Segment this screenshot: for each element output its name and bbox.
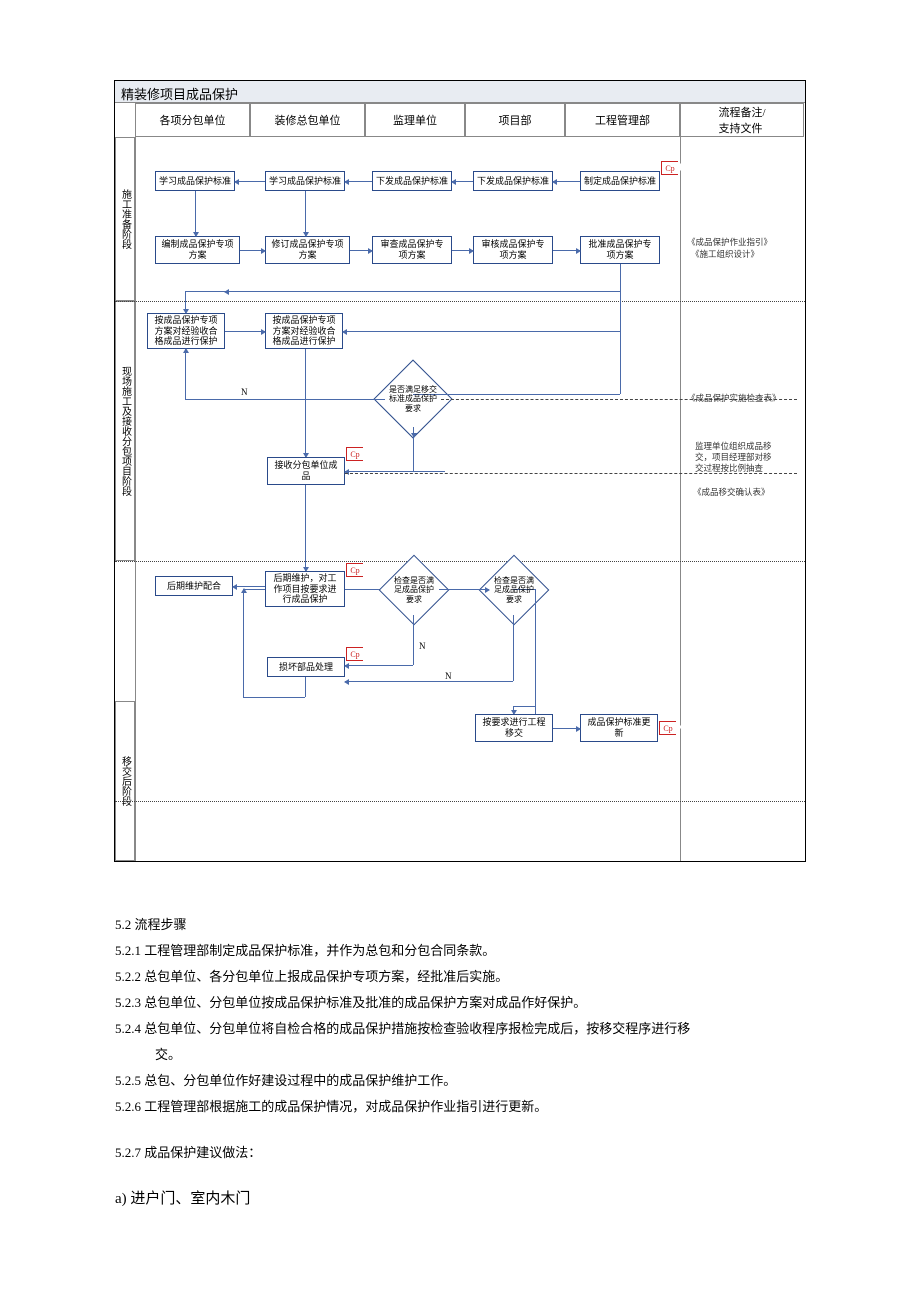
phase-handover: 移交后阶段 xyxy=(115,701,135,861)
step-52: 5.2 流程步骤 xyxy=(115,912,805,938)
step-525: 5.2.5 总包、分包单位作好建设过程中的成品保护维护工作。 xyxy=(115,1068,805,1094)
lane-supervision: 监理单位 xyxy=(365,103,465,137)
cp-icon: Cp xyxy=(659,721,676,735)
step-527: 5.2.7 成品保护建议做法： xyxy=(115,1140,805,1166)
box-study-gen: 学习成品保护标准 xyxy=(265,171,345,191)
lane-subcontractor: 各项分包单位 xyxy=(135,103,250,137)
box-review-plan: 审查成品保护专 项方案 xyxy=(372,236,452,264)
box-issue-proj: 下发成品保护标准 xyxy=(473,171,553,191)
box-audit-plan: 审核成品保护专 项方案 xyxy=(473,236,553,264)
chart-title: 精装修项目成品保护 xyxy=(115,81,805,103)
box-damage: 损坏部品处理 xyxy=(267,657,345,677)
step-522: 5.2.2 总包单位、各分包单位上报成品保护专项方案，经批准后实施。 xyxy=(115,964,805,990)
decision-check-sup: 检查是否满 足成品保护 要求 xyxy=(389,565,439,615)
box-create-std: 制定成品保护标准 xyxy=(580,171,660,191)
note-supervise: 监理单位组织成品移 交，项目经理部对移 交过程按比例抽查 xyxy=(695,441,772,474)
cp-icon: Cp xyxy=(661,161,678,175)
phase-construction: 现场施工及接收分包项目阶段 xyxy=(115,301,135,561)
note-guide: 《成品保护作业指引》 xyxy=(687,237,772,248)
box-update-std: 成品保护标准更 新 xyxy=(580,714,658,742)
note-confirm: 《成品移交确认表》 xyxy=(693,487,770,498)
note-design: 《施工组织设计》 xyxy=(691,249,759,260)
cp-icon: Cp xyxy=(346,563,363,577)
step-521: 5.2.1 工程管理部制定成品保护标准，并作为总包和分包合同条款。 xyxy=(115,938,805,964)
label-no: N xyxy=(445,671,452,681)
box-revise-plan: 修订成品保护专项 方案 xyxy=(265,236,350,264)
box-study-sub: 学习成品保护标准 xyxy=(155,171,235,191)
decision-handover-req: 是否满足移交 标准成品保护 要求 xyxy=(385,371,441,427)
box-handover: 按要求进行工程 移交 xyxy=(475,714,553,742)
box-receive: 接收分包单位成 品 xyxy=(267,457,345,485)
box-maint: 后期维护，对工 作项目按要求进 行成品保护 xyxy=(265,571,345,607)
label-no: N xyxy=(419,641,426,651)
box-maint-assist: 后期维护配合 xyxy=(155,576,233,596)
box-protect-sub: 按成品保护专项 方案对经验收合 格成品进行保护 xyxy=(147,313,225,349)
step-523: 5.2.3 总包单位、分包单位按成品保护标准及批准的成品保护方案对成品作好保护。 xyxy=(115,990,805,1016)
phase-prep: 施工准备阶段 xyxy=(115,137,135,301)
box-protect-gen: 按成品保护专项 方案对经验收合 格成品进行保护 xyxy=(265,313,343,349)
decision-check-proj: 检查是否满 足成品保护 要求 xyxy=(489,565,539,615)
steps-text: 5.2 流程步骤 5.2.1 工程管理部制定成品保护标准，并作为总包和分包合同条… xyxy=(115,912,805,1214)
step-524b: 交。 xyxy=(115,1042,805,1068)
step-524a: 5.2.4 总包单位、分包单位将自检合格的成品保护措施按检查验收程序报检完成后，… xyxy=(115,1016,805,1042)
step-526: 5.2.6 工程管理部根据施工的成品保护情况，对成品保护作业指引进行更新。 xyxy=(115,1094,805,1120)
box-compile-plan: 编制成品保护专项 方案 xyxy=(155,236,240,264)
lane-project: 项目部 xyxy=(465,103,565,137)
note-checklist: 《成品保护实施检查表》 xyxy=(687,393,781,404)
label-no: N xyxy=(241,387,248,397)
cp-icon: Cp xyxy=(346,447,363,461)
box-approve-plan: 批准成品保护专 项方案 xyxy=(580,236,660,264)
cp-icon: Cp xyxy=(346,647,363,661)
lane-notes: 流程备注/ 支持文件 xyxy=(680,103,804,137)
lane-general: 装修总包单位 xyxy=(250,103,365,137)
step-a: a) 进户门、室内木门 xyxy=(115,1184,805,1214)
lane-engineering: 工程管理部 xyxy=(565,103,680,137)
box-issue-sup: 下发成品保护标准 xyxy=(372,171,452,191)
flowchart: 精装修项目成品保护 各项分包单位 装修总包单位 监理单位 项目部 工程管理部 流… xyxy=(114,80,806,862)
